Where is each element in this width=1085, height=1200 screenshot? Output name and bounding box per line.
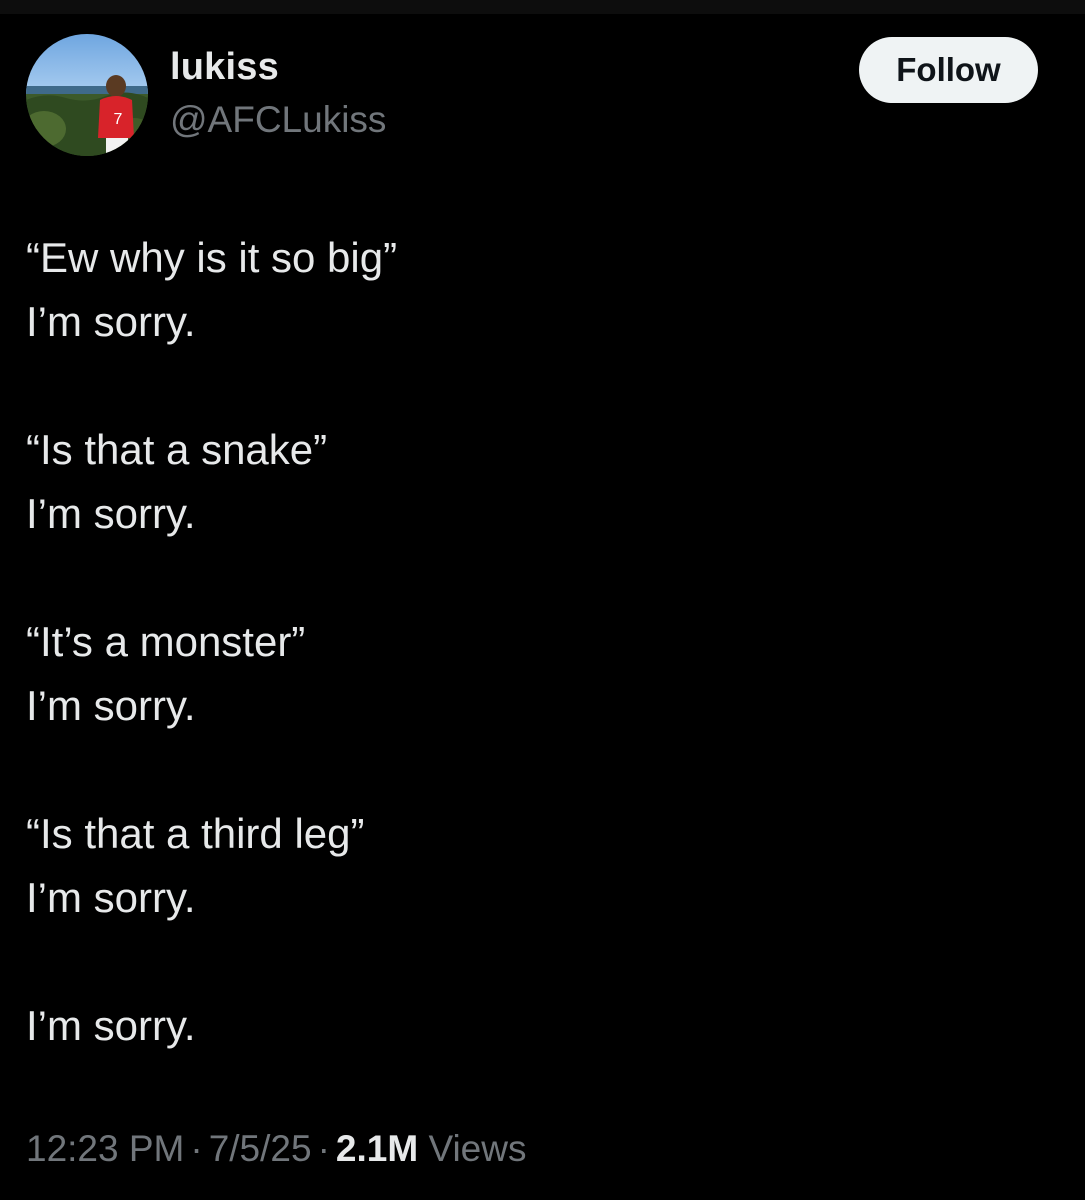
tweet-time[interactable]: 12:23 PM (26, 1128, 184, 1169)
meta-separator: · (190, 1128, 203, 1169)
tweet-line: I’m sorry. (26, 1002, 196, 1049)
tweet-line: I’m sorry. (26, 490, 196, 537)
follow-button[interactable]: Follow (859, 37, 1038, 103)
tweet-line: “Is that a third leg” (26, 810, 365, 857)
meta-separator: · (317, 1128, 330, 1169)
svg-text:7: 7 (114, 111, 123, 128)
user-handle[interactable]: @AFCLukiss (170, 99, 386, 141)
top-edge-bar (0, 0, 1085, 14)
tweet-line: “Ew why is it so big” (26, 234, 398, 281)
views-count[interactable]: 2.1M (336, 1128, 418, 1169)
tweet-line: I’m sorry. (26, 874, 196, 921)
avatar[interactable]: 7 (26, 34, 148, 156)
tweet-line: I’m sorry. (26, 298, 196, 345)
tweet-text: “Ew why is it so big” I’m sorry. “Is tha… (26, 226, 1056, 1058)
tweet-meta: 12:23 PM · 7/5/25 · 2.1M Views (26, 1128, 526, 1170)
tweet-line: I’m sorry. (26, 682, 196, 729)
views-label: Views (428, 1128, 527, 1169)
tweet-date[interactable]: 7/5/25 (209, 1128, 312, 1169)
avatar-photo-icon: 7 (26, 34, 148, 156)
stanza-gap (26, 930, 1056, 994)
stanza-gap (26, 738, 1056, 802)
tweet-line: “Is that a snake” (26, 426, 328, 473)
tweet-line: “It’s a monster” (26, 618, 306, 665)
stanza-gap (26, 354, 1056, 418)
stanza-gap (26, 546, 1056, 610)
display-name[interactable]: lukiss (170, 46, 279, 89)
